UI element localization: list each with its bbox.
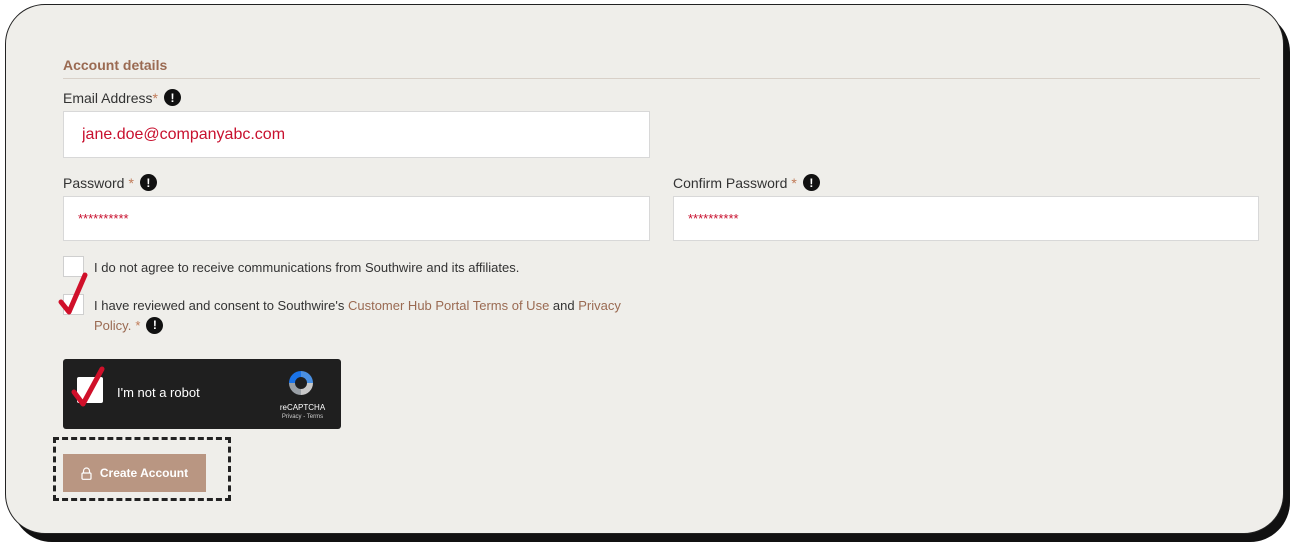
communications-checkbox-label: I do not agree to receive communications… bbox=[94, 260, 520, 275]
confirm-password-label: Confirm Password * ! bbox=[673, 174, 820, 191]
required-mark: * bbox=[791, 174, 797, 191]
terms-and-text: and bbox=[549, 298, 579, 313]
confirm-password-field[interactable] bbox=[673, 196, 1259, 241]
privacy-policy-link[interactable]: Privacy bbox=[578, 298, 621, 313]
info-icon[interactable]: ! bbox=[146, 317, 164, 334]
create-account-label: Create Account bbox=[99, 466, 189, 480]
required-mark: * bbox=[128, 174, 134, 191]
create-account-button[interactable]: Create Account bbox=[63, 454, 206, 492]
recaptcha-brand: reCAPTCHA bbox=[279, 403, 326, 412]
recaptcha-privacy-terms[interactable]: Privacy - Terms bbox=[275, 414, 330, 420]
check-mark-icon bbox=[58, 272, 88, 315]
info-icon[interactable]: ! bbox=[163, 89, 181, 106]
terms-of-use-link[interactable]: Customer Hub Portal Terms of Use bbox=[348, 298, 549, 313]
password-label: Password * ! bbox=[63, 174, 157, 191]
email-label: Email Address * ! bbox=[63, 89, 181, 106]
section-title: Account details bbox=[63, 57, 168, 73]
section-divider bbox=[63, 78, 1260, 79]
recaptcha-logo-icon bbox=[289, 371, 313, 395]
required-mark: * bbox=[152, 89, 158, 106]
info-icon[interactable]: ! bbox=[139, 174, 157, 191]
required-mark: * bbox=[135, 318, 141, 333]
privacy-policy-link-cont[interactable]: Policy. bbox=[94, 316, 131, 335]
email-field[interactable] bbox=[63, 111, 650, 158]
info-icon[interactable]: ! bbox=[802, 174, 820, 191]
check-mark-icon bbox=[71, 366, 105, 407]
confirm-password-label-text: Confirm Password bbox=[673, 174, 788, 191]
email-label-text: Email Address bbox=[63, 89, 153, 106]
recaptcha-label: I'm not a robot bbox=[117, 385, 200, 400]
password-field[interactable] bbox=[63, 196, 650, 241]
terms-checkbox-label: I have reviewed and consent to Southwire… bbox=[94, 296, 654, 315]
terms-checkbox-label-line2: Policy. * ! bbox=[94, 316, 164, 335]
password-label-text: Password bbox=[63, 174, 125, 191]
terms-text-prefix: I have reviewed and consent to Southwire… bbox=[94, 298, 348, 313]
lock-icon bbox=[81, 466, 92, 480]
